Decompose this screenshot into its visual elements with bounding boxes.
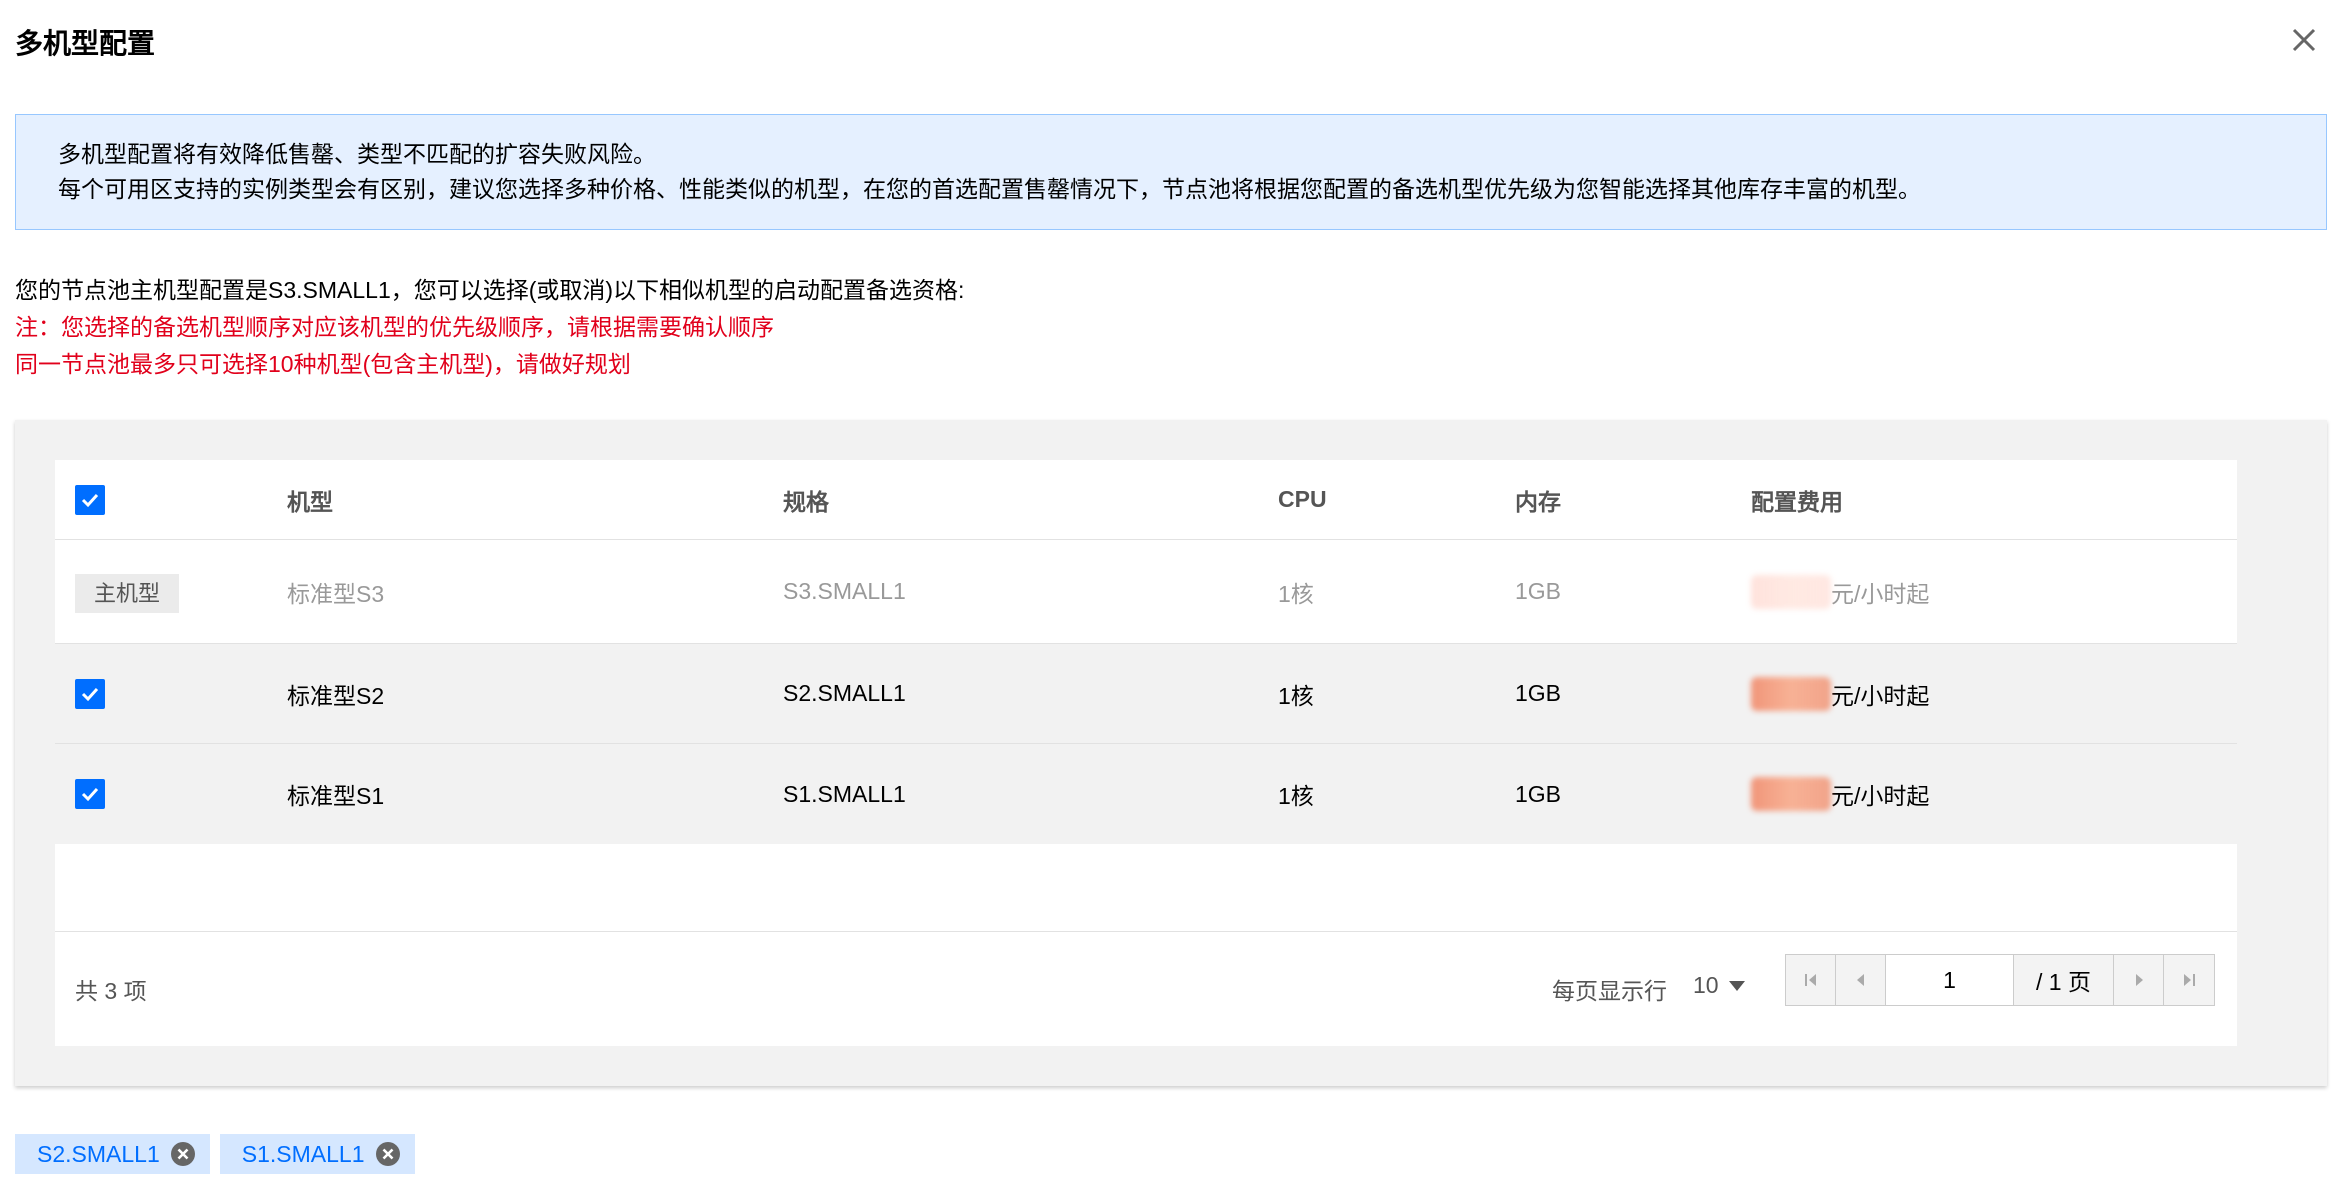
- page-number-input[interactable]: [1886, 955, 2014, 1005]
- check-icon: [81, 493, 99, 507]
- chip-label: S2.SMALL1: [37, 1140, 160, 1167]
- model-table: 机型 规格 CPU 内存 配置费用 主机型 标准型S3 S3.SMALL1 1核…: [55, 460, 2237, 1046]
- header-spec: 规格: [783, 488, 829, 515]
- check-icon: [81, 687, 99, 701]
- cell-memory: 1GB: [1515, 578, 1562, 604]
- cell-spec: S1.SMALL1: [783, 780, 906, 807]
- price-suffix: 元/小时起: [1831, 580, 1930, 607]
- header-cpu: CPU: [1278, 486, 1327, 512]
- price-suffix: 元/小时起: [1831, 783, 1930, 809]
- prev-page-button[interactable]: [1836, 955, 1886, 1005]
- table-row[interactable]: 标准型S1 S1.SMALL1 1核 1GB 元/小时起: [55, 744, 2237, 844]
- intro-description: 您的节点池主机型配置是S3.SMALL1，您可以选择(或取消)以下相似机型的启动…: [15, 277, 965, 303]
- first-page-icon: [1804, 974, 1816, 986]
- cell-price: 元/小时起: [1751, 777, 1929, 811]
- model-table-panel: 机型 规格 CPU 内存 配置费用 主机型 标准型S3 S3.SMALL1 1核…: [15, 420, 2327, 1086]
- info-banner: 多机型配置将有效降低售罄、类型不匹配的扩容失败风险。 每个可用区支持的实例类型会…: [15, 114, 2327, 230]
- cell-model: 标准型S2: [287, 682, 385, 709]
- remove-chip-icon[interactable]: [170, 1141, 196, 1167]
- selected-chip: S1.SMALL1: [219, 1134, 415, 1174]
- caret-down-icon: [1728, 980, 1745, 991]
- cell-memory: 1GB: [1515, 780, 1562, 807]
- cell-model: 标准型S3: [287, 580, 385, 607]
- row-checkbox[interactable]: [75, 678, 105, 709]
- cell-spec: S3.SMALL1: [783, 578, 906, 604]
- cell-memory: 1GB: [1515, 680, 1562, 706]
- cell-model: 标准型S1: [287, 783, 385, 809]
- cell-cpu: 1核: [1278, 580, 1314, 607]
- cell-cpu: 1核: [1278, 783, 1314, 809]
- selected-chip: S2.SMALL1: [15, 1134, 210, 1174]
- page-size-label: 每页显示行: [1552, 978, 1667, 1004]
- last-page-icon: [2184, 974, 2195, 986]
- last-page-button[interactable]: [2164, 955, 2214, 1005]
- total-count: 共 3 项: [75, 978, 147, 1004]
- limit-note: 同一节点池最多只可选择10种机型(包含主机型)，请做好规划: [15, 351, 631, 377]
- check-icon: [81, 787, 99, 802]
- cell-spec: S2.SMALL1: [783, 680, 906, 706]
- dialog-title: 多机型配置: [15, 28, 156, 59]
- page-size-select[interactable]: 10: [1693, 972, 1745, 999]
- main-model-tag: 主机型: [75, 573, 180, 613]
- priority-note: 注：您选择的备选机型顺序对应该机型的优先级顺序，请根据需要确认顺序: [15, 314, 774, 340]
- pager: / 1 页: [1785, 954, 2215, 1006]
- info-line-1: 多机型配置将有效降低售罄、类型不匹配的扩容失败风险。: [58, 141, 656, 167]
- cell-price: 元/小时起: [1751, 676, 1930, 711]
- prev-page-icon: [1856, 974, 1864, 986]
- remove-chip-icon[interactable]: [375, 1141, 401, 1167]
- table-pagination: 共 3 项 每页显示行 10 / 1 页: [55, 932, 2237, 1046]
- selected-models: S2.SMALL1 S1.SMALL1: [15, 1134, 415, 1174]
- next-page-button[interactable]: [2114, 955, 2164, 1005]
- total-pages: / 1 页: [2014, 955, 2114, 1005]
- row-checkbox[interactable]: [75, 779, 105, 809]
- intro-text: 您的节点池主机型配置是S3.SMALL1，您可以选择(或取消)以下相似机型的启动…: [15, 272, 964, 383]
- cell-price: 元/小时起: [1751, 574, 1930, 609]
- chip-label: S1.SMALL1: [241, 1140, 365, 1167]
- table-row-main-model: 主机型 标准型S3 S3.SMALL1 1核 1GB 元/小时起: [55, 540, 2237, 644]
- price-redacted: [1751, 676, 1831, 711]
- table-empty-space: [55, 844, 2237, 932]
- next-page-icon: [2135, 974, 2143, 986]
- select-all-checkbox[interactable]: [75, 484, 105, 515]
- table-row[interactable]: 标准型S2 S2.SMALL1 1核 1GB 元/小时起: [55, 644, 2237, 744]
- first-page-button[interactable]: [1786, 955, 1836, 1005]
- header-memory: 内存: [1515, 488, 1561, 515]
- header-model: 机型: [287, 488, 333, 515]
- price-suffix: 元/小时起: [1831, 682, 1930, 709]
- table-header-row: 机型 规格 CPU 内存 配置费用: [55, 460, 2237, 540]
- price-redacted: [1751, 574, 1831, 609]
- info-line-2: 每个可用区支持的实例类型会有区别，建议您选择多种价格、性能类似的机型，在您的首选…: [58, 176, 1921, 202]
- header-price: 配置费用: [1751, 488, 1843, 515]
- page-size-value: 10: [1693, 972, 1719, 998]
- price-redacted: [1751, 777, 1831, 811]
- close-icon[interactable]: [2284, 20, 2324, 60]
- cell-cpu: 1核: [1278, 682, 1314, 709]
